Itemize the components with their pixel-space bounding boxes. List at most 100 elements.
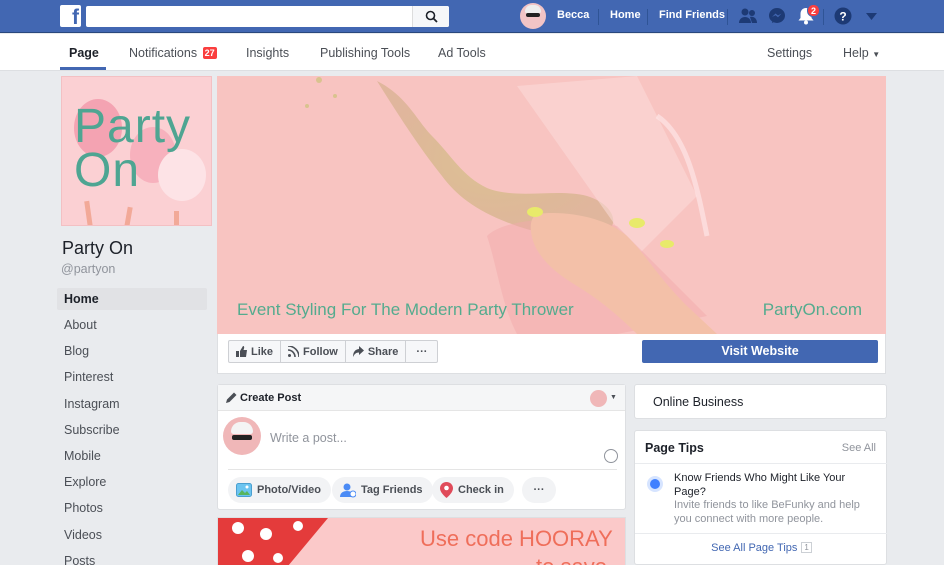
page-tips-count: 1 [801, 542, 812, 553]
help-menu[interactable]: Help ▼ [843, 46, 880, 60]
page-management-tabs: Page Notifications 27 Insights Publishin… [0, 34, 944, 71]
page-left-navigation: Home About Blog Pinterest Instagram Subs… [57, 288, 207, 565]
help-icon[interactable]: ? [834, 7, 852, 25]
share-button[interactable]: Share [346, 341, 407, 362]
more-options-button[interactable]: ··· [522, 477, 556, 503]
page-profile-picture[interactable]: Party On [61, 76, 212, 226]
divider [635, 463, 888, 464]
thumbs-up-icon [236, 346, 247, 357]
page-action-bar: Like Follow Share ··· Visit Website [217, 334, 886, 374]
left-nav-videos[interactable]: Videos [57, 524, 207, 550]
left-nav-posts[interactable]: Posts [57, 550, 207, 565]
hand-graphic [124, 206, 133, 225]
messenger-icon[interactable] [768, 7, 786, 25]
champagne-glass-illustration [305, 76, 717, 334]
friend-requests-icon[interactable] [738, 7, 758, 25]
left-nav-home[interactable]: Home [57, 288, 207, 310]
user-avatar[interactable] [520, 3, 546, 29]
composer-avatar [223, 417, 261, 455]
search-input[interactable] [86, 6, 449, 27]
tag-friends-icon [340, 483, 356, 498]
tab-publishing-tools[interactable]: Publishing Tools [320, 46, 410, 60]
divider [635, 533, 888, 534]
pencil-icon [226, 392, 237, 403]
hand-graphic [174, 211, 179, 225]
find-friends-link[interactable]: Find Friends [659, 9, 725, 21]
divider [228, 469, 617, 470]
left-nav-instagram[interactable]: Instagram [57, 393, 207, 419]
left-nav-blog[interactable]: Blog [57, 340, 207, 366]
tab-page[interactable]: Page [69, 46, 99, 60]
rss-follow-icon [288, 346, 300, 357]
divider [823, 9, 824, 25]
create-post-label[interactable]: Create Post [240, 392, 301, 404]
caret-down-icon[interactable]: ▼ [610, 394, 617, 401]
left-nav-pinterest[interactable]: Pinterest [57, 366, 207, 392]
notifications-count-badge: 2 [807, 4, 821, 17]
post-as-avatar[interactable] [590, 390, 607, 407]
page-action-buttons: Like Follow Share ··· [228, 340, 439, 363]
page-title[interactable]: Party On [62, 238, 133, 259]
more-actions-button[interactable]: ··· [406, 341, 437, 362]
photo-video-label: Photo/Video [257, 484, 321, 496]
left-nav-mobile[interactable]: Mobile [57, 445, 207, 471]
search-button[interactable] [412, 6, 449, 27]
top-navigation-bar: f Becca Home Find Friends 2 ? [0, 0, 944, 33]
photo-video-button[interactable]: Photo/Video [228, 477, 331, 503]
page-category-card: Online Business [634, 384, 887, 419]
check-in-button[interactable]: Check in [432, 477, 514, 503]
share-label: Share [367, 345, 399, 358]
left-nav-explore[interactable]: Explore [57, 471, 207, 497]
write-post-input[interactable]: Write a post... [270, 431, 347, 445]
tab-insights[interactable]: Insights [246, 46, 289, 60]
check-in-label: Check in [458, 484, 504, 496]
divider [598, 9, 599, 25]
facebook-logo-icon[interactable]: f [60, 5, 81, 27]
user-name-link[interactable]: Becca [557, 9, 589, 21]
page-tips-card: Page Tips See All Know Friends Who Might… [634, 430, 888, 565]
notifications-tab-badge: 27 [202, 47, 217, 59]
share-arrow-icon [352, 346, 364, 357]
account-menu-chevron-icon[interactable] [866, 13, 877, 20]
like-button[interactable]: Like [229, 341, 282, 362]
home-link[interactable]: Home [610, 9, 641, 21]
page-tips-title: Page Tips [645, 441, 704, 455]
left-nav-about[interactable]: About [57, 314, 207, 340]
follow-button[interactable]: Follow [281, 341, 346, 362]
photo-icon [236, 483, 252, 497]
profile-text-line2: On [74, 144, 141, 197]
tag-friends-label: Tag Friends [361, 484, 423, 496]
search-icon [425, 10, 438, 23]
visit-website-button[interactable]: Visit Website [642, 340, 878, 363]
page-tips-see-all-link[interactable]: See All [842, 442, 876, 454]
left-nav-subscribe[interactable]: Subscribe [57, 419, 207, 445]
help-label: Help [843, 46, 869, 60]
follow-label: Follow [303, 345, 338, 358]
promo-headline: Use code HOORAY [420, 526, 613, 551]
profile-text-line1: Party [74, 100, 192, 153]
page-category[interactable]: Online Business [653, 395, 743, 409]
profile-picture-text: Party On [74, 100, 192, 197]
active-tab-indicator [60, 67, 106, 70]
composer-header: Create Post ▼ [218, 385, 625, 411]
page-username[interactable]: @partyon [61, 262, 115, 276]
create-post-composer: Create Post ▼ Write a post... Photo/Vide… [217, 384, 626, 510]
see-all-page-tips-link[interactable]: See All Page Tips 1 [635, 542, 888, 554]
like-label: Like [251, 345, 274, 358]
left-nav-photos[interactable]: Photos [57, 497, 207, 523]
polka-dot-party-hat-illustration [218, 518, 328, 565]
tip-title[interactable]: Know Friends Who Might Like Your Page? [674, 471, 864, 499]
promo-post-image[interactable]: Use code HOORAY to save [217, 517, 626, 565]
tag-friends-button[interactable]: Tag Friends [332, 477, 433, 503]
settings-link[interactable]: Settings [767, 46, 812, 60]
hand-graphic [84, 200, 93, 225]
tab-notifications-label: Notifications [129, 46, 198, 60]
emoji-icon[interactable] [604, 449, 618, 463]
promo-subline: to save [536, 554, 607, 565]
tab-notifications[interactable]: Notifications 27 [129, 46, 217, 60]
svg-text:?: ? [839, 10, 846, 24]
tab-ad-tools[interactable]: Ad Tools [438, 46, 486, 60]
cover-caption: Event Styling For The Modern Party Throw… [237, 300, 574, 319]
divider [727, 9, 728, 25]
cover-photo[interactable]: Event Styling For The Modern Party Throw… [217, 76, 886, 334]
